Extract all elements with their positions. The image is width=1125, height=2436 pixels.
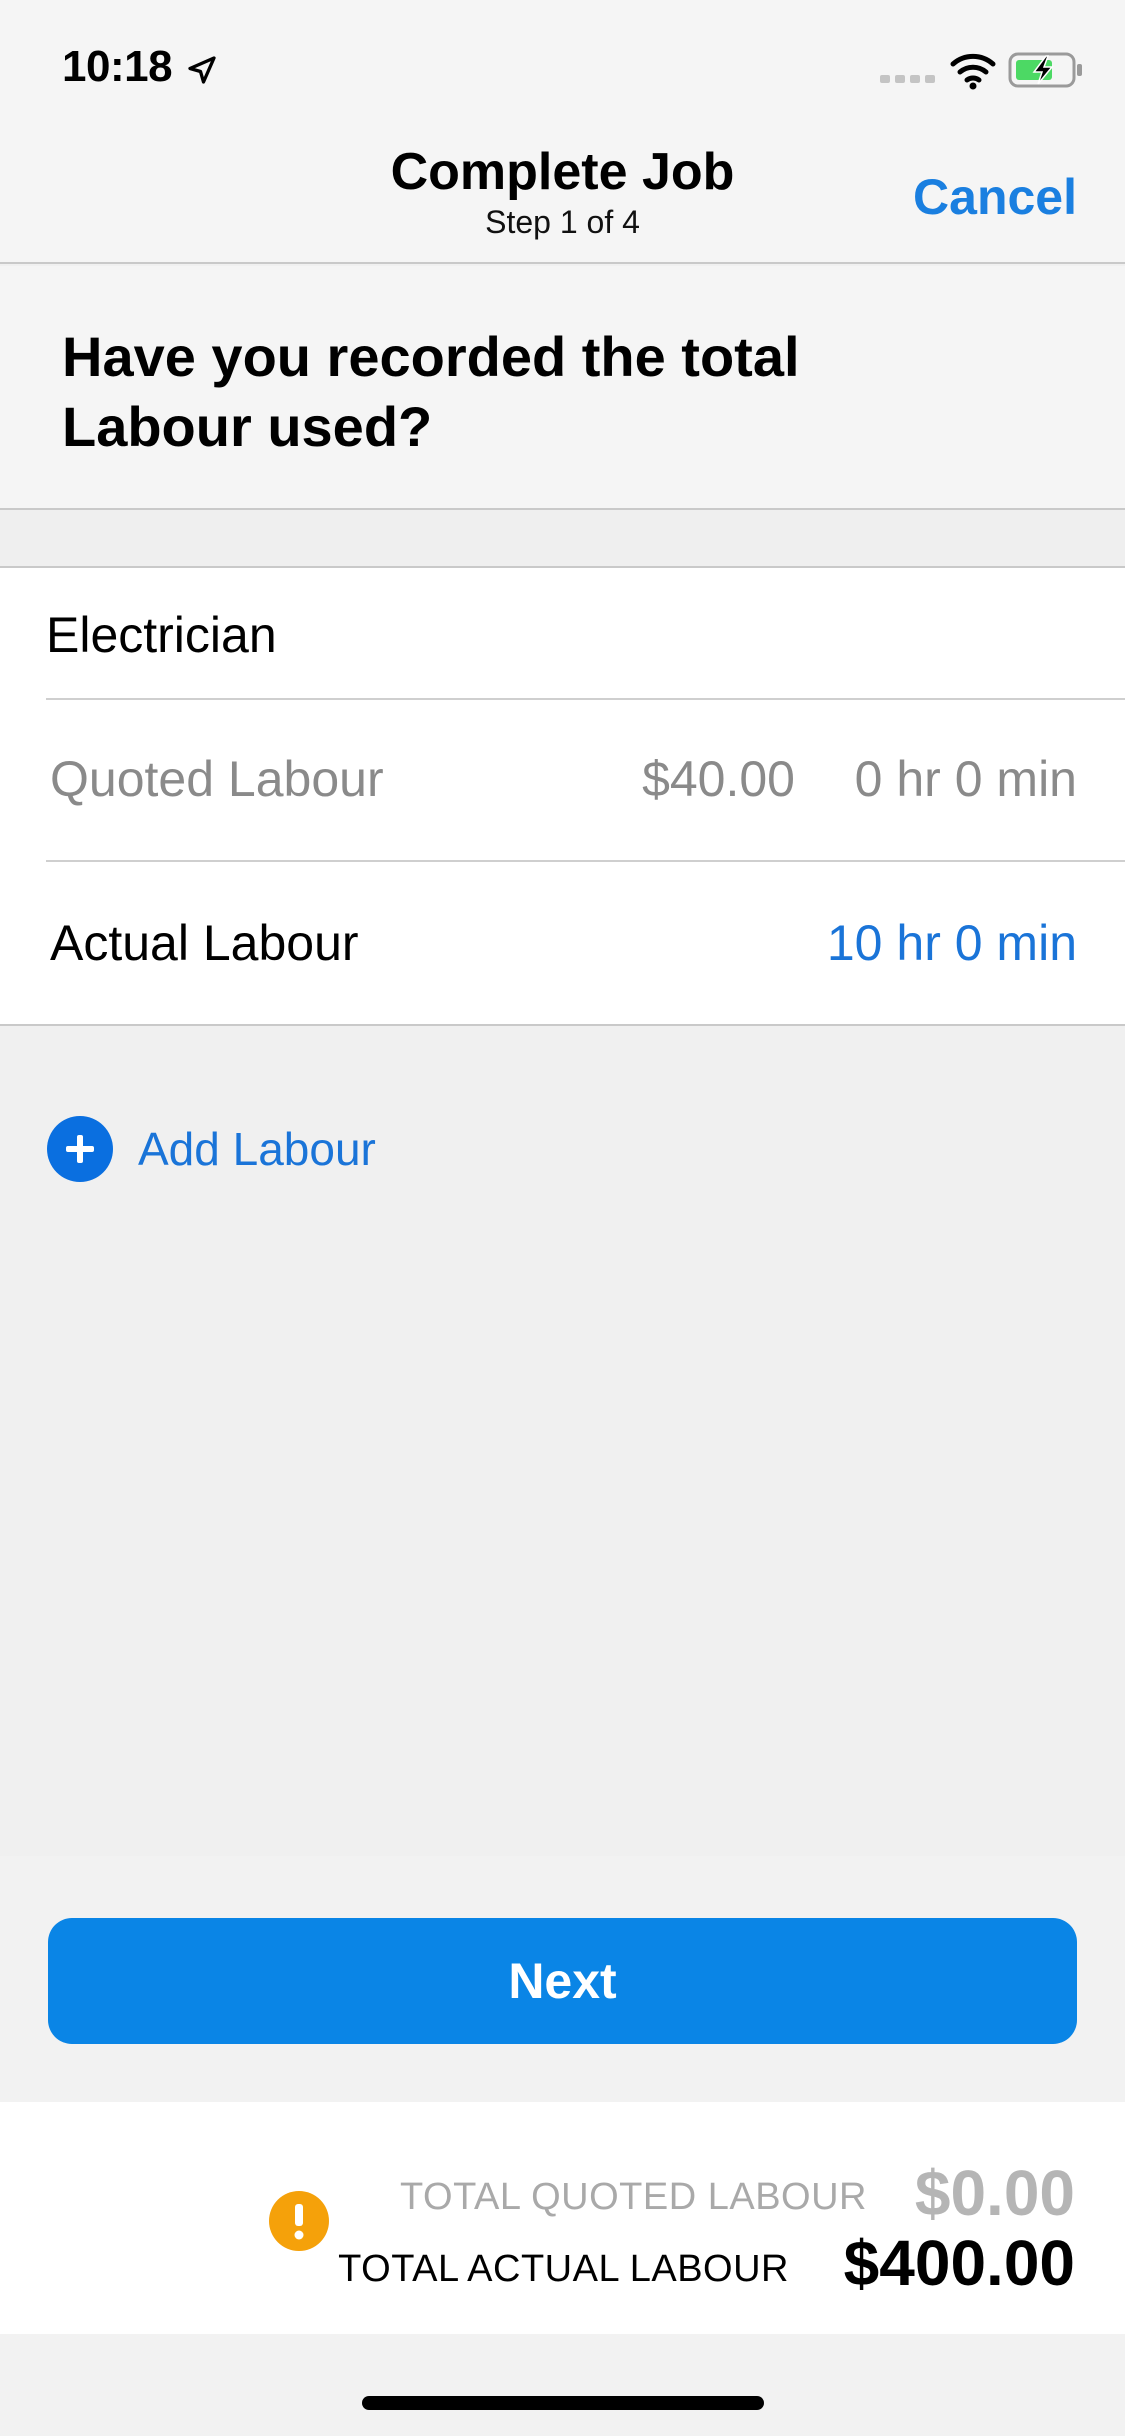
plus-circle-icon	[47, 1116, 113, 1182]
total-quoted-labour-value: $0.00	[914, 2157, 1075, 2229]
labour-role-label: Electrician	[46, 607, 277, 663]
quoted-labour-label: Quoted Labour	[50, 751, 384, 807]
quoted-labour-time: 0 hr 0 min	[854, 751, 1077, 807]
question-header: Have you recorded the total Labour used?	[0, 266, 1125, 510]
home-indicator-area	[0, 2334, 1125, 2436]
navigation-bar: Complete Job Step 1 of 4 Cancel	[0, 132, 1125, 264]
total-quoted-labour-label: TOTAL QUOTED LABOUR	[400, 2176, 867, 2218]
quoted-labour-price: $40.00	[642, 751, 795, 807]
total-actual-labour-value: $400.00	[843, 2227, 1075, 2299]
status-bar: 10:18	[0, 0, 1125, 132]
actual-labour-row[interactable]: Actual Labour 10 hr 0 min	[46, 862, 1125, 1026]
actual-labour-time-value[interactable]: 10 hr 0 min	[827, 914, 1077, 972]
labour-card: Electrician Quoted Labour $40.00 0 hr 0 …	[0, 568, 1125, 1026]
add-labour-label: Add Labour	[138, 1123, 376, 1175]
cellular-signal-icon	[880, 75, 935, 83]
status-time: 10:18	[62, 42, 173, 91]
home-indicator[interactable]	[362, 2396, 764, 2410]
battery-charging-icon	[1008, 52, 1082, 88]
quoted-labour-row: Quoted Labour $40.00 0 hr 0 min	[46, 700, 1125, 862]
total-actual-labour-label: TOTAL ACTUAL LABOUR	[338, 2248, 789, 2290]
cancel-button[interactable]: Cancel	[913, 168, 1077, 226]
complete-job-screen: 10:18 Complete Job Step 1 of 4 Cancel Ha…	[0, 0, 1125, 2436]
section-spacer	[0, 510, 1125, 568]
add-labour-button[interactable]: Add Labour	[46, 1114, 376, 1184]
warning-exclamation-icon[interactable]	[268, 2190, 330, 2252]
footer-button-area: Next	[0, 1856, 1125, 2102]
next-button[interactable]: Next	[48, 1918, 1077, 2044]
wifi-icon	[950, 53, 996, 90]
labour-totals: TOTAL QUOTED LABOUR $0.00 TOTAL ACTUAL L…	[0, 2102, 1125, 2334]
labour-role-row[interactable]: Electrician	[46, 568, 1125, 700]
location-arrow-icon	[188, 56, 216, 84]
actual-labour-label: Actual Labour	[50, 915, 359, 971]
question-text: Have you recorded the total Labour used?	[62, 325, 800, 458]
